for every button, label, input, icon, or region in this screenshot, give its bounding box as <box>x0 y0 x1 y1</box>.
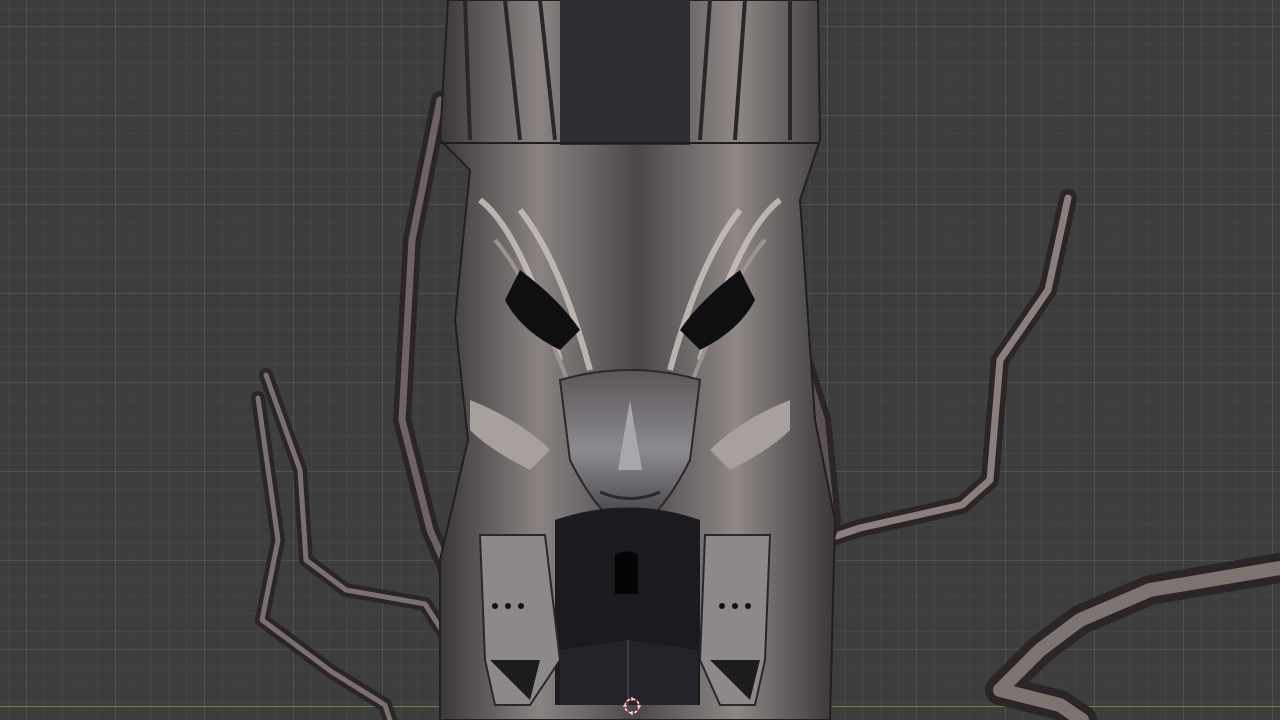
doorway <box>555 507 700 705</box>
3d-cursor-icon[interactable] <box>622 696 642 716</box>
3d-viewport[interactable] <box>0 0 1280 720</box>
scene-model[interactable] <box>0 0 1280 720</box>
